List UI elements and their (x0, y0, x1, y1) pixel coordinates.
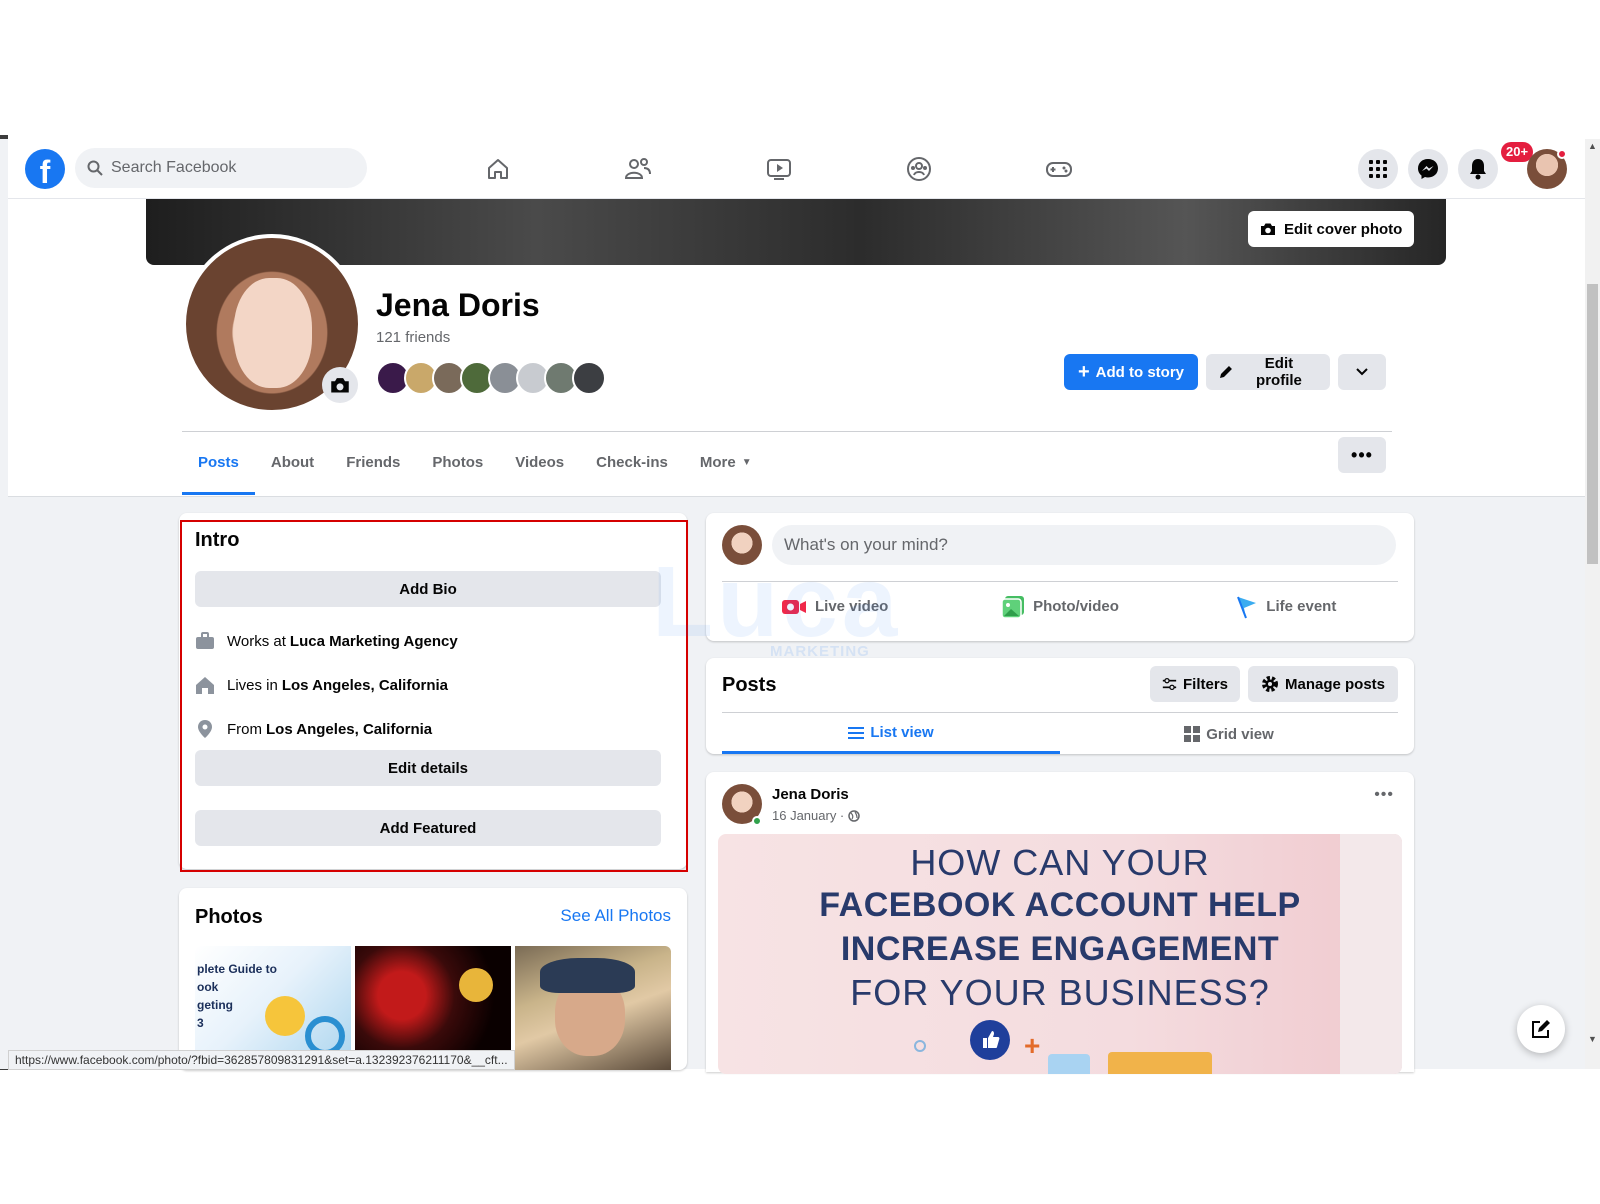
thumbs-up-icon (970, 1020, 1010, 1060)
post-image[interactable]: HOW CAN YOUR FACEBOOK ACCOUNT HELP INCRE… (718, 834, 1402, 1074)
profile-name: Jena Doris (376, 287, 540, 323)
gaming-icon[interactable] (1041, 151, 1077, 187)
decorative-shape (1108, 1052, 1212, 1074)
post-options-ellipsis-icon[interactable]: ••• (1374, 786, 1394, 804)
tab-about[interactable]: About (255, 432, 330, 492)
photo-thumbnail[interactable] (515, 946, 671, 1070)
life-event-label: Life event (1266, 598, 1337, 615)
chevron-down-icon (1356, 368, 1368, 376)
decorative-plus-icon: + (1024, 1030, 1041, 1061)
manage-posts-button[interactable]: Manage posts (1248, 666, 1398, 702)
friends-count[interactable]: 121 friends (376, 329, 450, 346)
decorative-circle (914, 1040, 926, 1052)
post-image-line: HOW CAN YOUR (910, 842, 1210, 883)
life-event-button[interactable]: Life event (1173, 582, 1398, 631)
scrollbar-thumb[interactable] (1587, 284, 1598, 564)
search-icon (87, 160, 103, 176)
decorative-shape (1340, 834, 1402, 1074)
friend-avatars-strip (376, 361, 606, 395)
posts-header-card: Posts Filters Manage posts List view Gri… (706, 658, 1414, 754)
filters-icon (1162, 677, 1177, 691)
photo-video-button[interactable]: Photo/video (947, 582, 1172, 631)
home-icon[interactable] (480, 151, 516, 187)
new-message-compose-icon[interactable] (1517, 1005, 1565, 1053)
post-image-line: FOR YOUR BUSINESS? (850, 972, 1270, 1013)
see-all-photos-link[interactable]: See All Photos (560, 906, 671, 926)
search-input[interactable] (111, 159, 351, 177)
tab-more[interactable]: More ▼ (684, 432, 768, 492)
profile-header: Edit cover photo Jena Doris 121 friends … (8, 199, 1585, 497)
profile-more-dropdown-button[interactable] (1338, 354, 1386, 390)
tab-more-label: More (699, 453, 736, 471)
menu-grid-icon[interactable] (1358, 149, 1398, 189)
list-view-tab[interactable]: List view (722, 714, 1060, 754)
messenger-icon[interactable] (1408, 149, 1448, 189)
filters-label: Filters (1182, 675, 1228, 693)
edit-cover-label: Edit cover photo (1284, 220, 1403, 238)
watch-icon[interactable] (761, 151, 797, 187)
tab-friends[interactable]: Friends (330, 432, 416, 492)
page-scrollbar[interactable]: ▲ ▼ (1585, 139, 1600, 1069)
friends-icon[interactable] (620, 151, 656, 187)
caret-down-icon: ▼ (741, 456, 752, 468)
post-date[interactable]: 16 January · (772, 808, 844, 823)
add-to-story-button[interactable]: + Add to story (1064, 354, 1198, 390)
life-event-flag-icon (1237, 596, 1257, 618)
search-box[interactable] (75, 148, 367, 188)
tabs-more-options-button[interactable]: ••• (1338, 437, 1386, 473)
filters-button[interactable]: Filters (1150, 666, 1240, 702)
ellipsis-icon: ••• (1351, 445, 1373, 465)
profile-tabs: Posts About Friends Photos Videos Check-… (182, 432, 768, 496)
edit-profile-label: Edit profile (1256, 355, 1302, 389)
grid-view-tab[interactable]: Grid view (1060, 714, 1398, 754)
photo-video-icon (1001, 595, 1025, 619)
post-image-line: INCREASE ENGAGEMENT (840, 930, 1280, 968)
scroll-up-arrow-icon[interactable]: ▲ (1585, 141, 1600, 151)
online-status-dot (752, 816, 762, 826)
photos-title: Photos (195, 906, 263, 928)
list-icon (848, 726, 865, 739)
tab-check-ins[interactable]: Check-ins (580, 432, 684, 492)
list-view-label: List view (870, 724, 934, 741)
posts-section-title: Posts (722, 674, 777, 696)
post-meta: 16 January · (772, 808, 861, 823)
tab-videos[interactable]: Videos (499, 432, 580, 492)
intro-highlight-box (180, 520, 688, 872)
account-alert-dot (1557, 149, 1567, 159)
post-author-name[interactable]: Jena Doris (772, 786, 849, 803)
change-profile-picture-camera-icon[interactable] (322, 367, 358, 403)
edit-profile-button[interactable]: Edit profile (1206, 354, 1330, 390)
gear-icon (1261, 676, 1278, 692)
friend-avatar[interactable] (572, 361, 606, 395)
post-card: Jena Doris 16 January · ••• HOW CAN YOUR… (706, 772, 1414, 1074)
facebook-logo-icon[interactable]: f (25, 149, 65, 189)
manage-posts-label: Manage posts (1284, 675, 1386, 693)
status-bar-url: https://www.facebook.com/photo/?fbid=362… (8, 1050, 515, 1070)
grid-view-label: Grid view (1206, 725, 1274, 743)
add-to-story-label: Add to story (1095, 363, 1185, 381)
edit-cover-photo-button[interactable]: Edit cover photo (1248, 211, 1415, 247)
plus-icon: + (1077, 361, 1090, 383)
pencil-icon (1219, 366, 1232, 378)
luca-watermark-logo: Luca MARKETING AGENCY (652, 545, 902, 677)
scroll-down-arrow-icon[interactable]: ▼ (1585, 1034, 1600, 1044)
tab-posts[interactable]: Posts (182, 432, 255, 495)
top-navigation-bar: f 20+ (8, 139, 1585, 199)
grid-icon (1184, 726, 1201, 742)
groups-icon[interactable] (901, 151, 937, 187)
decorative-shape (1048, 1054, 1090, 1074)
photos-card: Photos See All Photos plete Guide to ook… (179, 888, 687, 1070)
tab-photos[interactable]: Photos (416, 432, 499, 492)
photo-video-label: Photo/video (1033, 598, 1119, 615)
camera-icon (1261, 223, 1275, 235)
watermark-brand: Luca (652, 546, 902, 658)
post-image-line: FACEBOOK ACCOUNT HELP (819, 886, 1301, 924)
globe-privacy-icon[interactable] (848, 809, 861, 822)
notifications-bell-icon[interactable] (1458, 149, 1498, 189)
